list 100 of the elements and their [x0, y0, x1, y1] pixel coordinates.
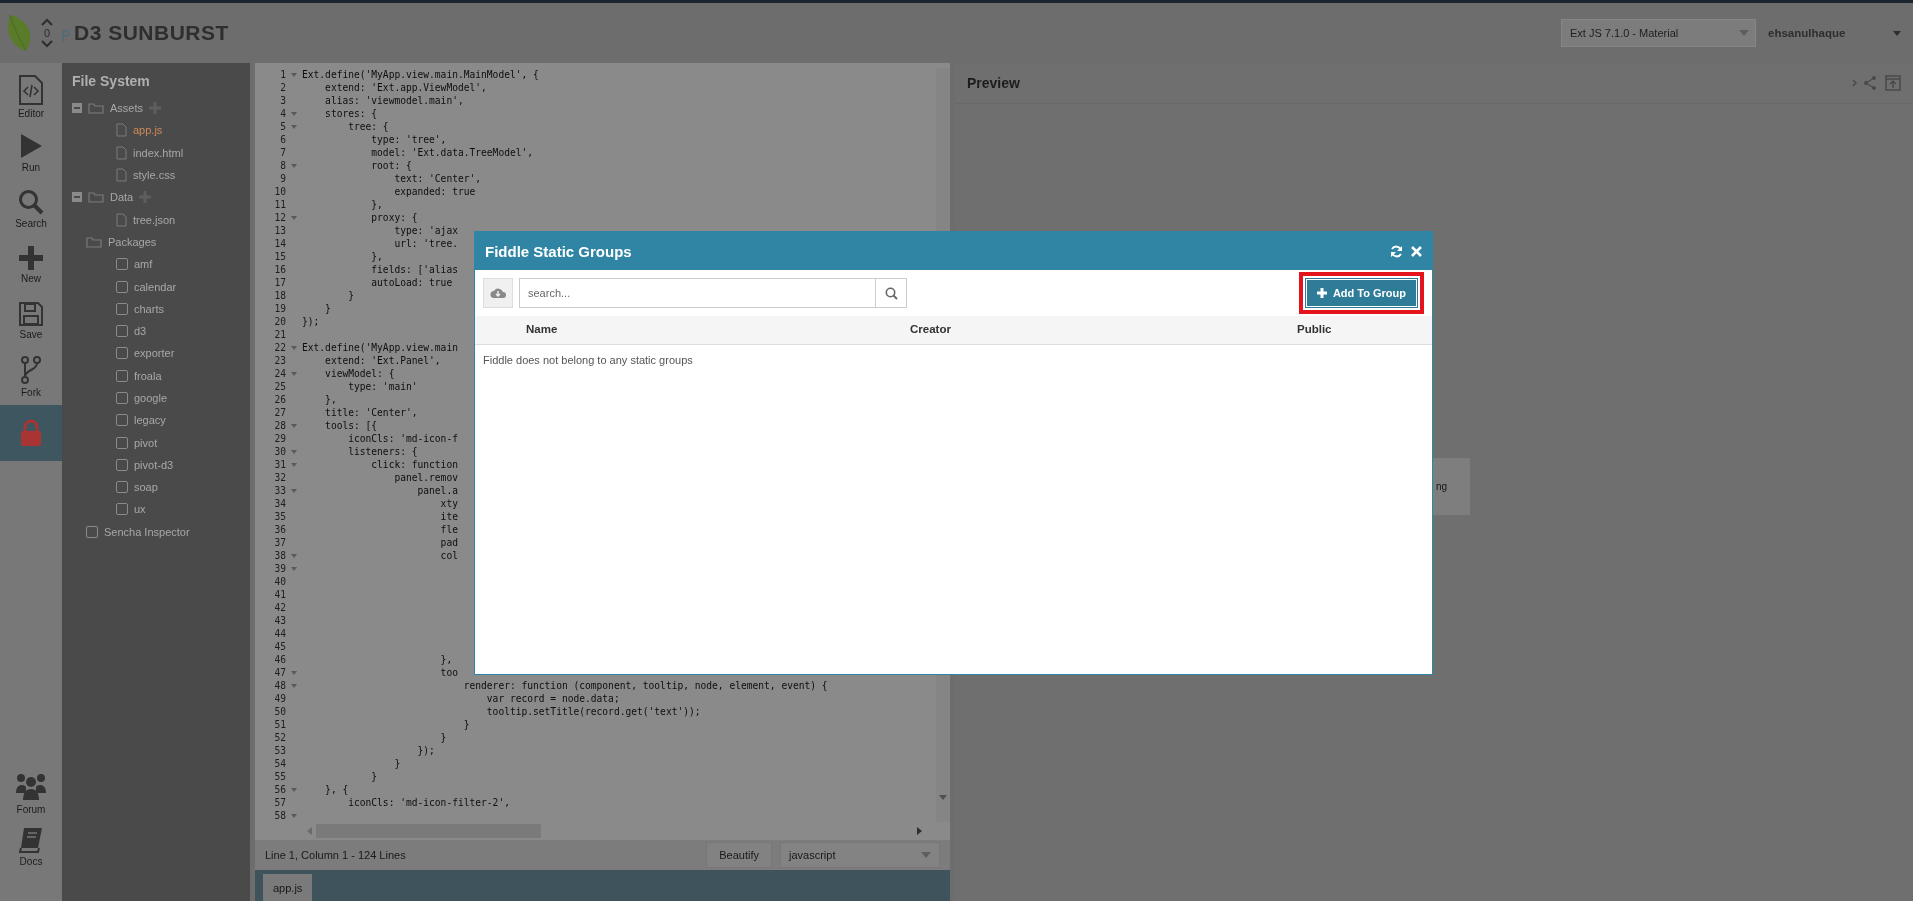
column-header[interactable]: Creator: [910, 323, 951, 335]
checkbox[interactable]: [116, 258, 128, 271]
checkbox[interactable]: [116, 458, 128, 471]
caret-icon[interactable]: [1739, 30, 1749, 36]
checkbox[interactable]: [116, 369, 128, 382]
fold-caret-icon[interactable]: [291, 462, 297, 467]
user-menu[interactable]: ehsanulhaque: [1768, 27, 1846, 39]
package-label[interactable]: Sencha Inspector: [104, 525, 190, 538]
scroll-right-arrow-icon[interactable]: [917, 827, 922, 835]
downvote-caret-icon[interactable]: [41, 40, 53, 48]
package-label[interactable]: google: [134, 392, 168, 404]
fold-caret-icon[interactable]: [291, 423, 297, 428]
code-line: root: {: [370, 160, 412, 171]
fiddle-icon: [62, 29, 70, 43]
file-tab[interactable]: app.js: [263, 874, 313, 901]
framework-select[interactable]: Ext JS 7.1.0 - Material: [1561, 19, 1756, 47]
nav-item[interactable]: Run: [0, 125, 62, 181]
fold-caret-icon[interactable]: [291, 371, 297, 376]
code-line: tools: [{: [324, 420, 378, 431]
refresh-icon[interactable]: [1390, 244, 1403, 258]
nav-item[interactable]: Fork: [0, 349, 62, 405]
fold-caret-icon[interactable]: [291, 553, 297, 558]
file-item[interactable]: index.html: [133, 146, 184, 159]
line-number: 24: [273, 368, 286, 379]
fold-caret-icon[interactable]: [291, 449, 297, 454]
checkbox[interactable]: [116, 347, 128, 360]
scroll-down-arrow-icon[interactable]: [939, 795, 947, 800]
line-number: 5: [279, 121, 286, 132]
checkbox[interactable]: [116, 503, 128, 516]
code-line: }: [393, 758, 401, 769]
code-line: }: [462, 719, 470, 730]
search-field[interactable]: search...: [519, 278, 875, 308]
package-label[interactable]: pivot: [134, 436, 158, 449]
scroll-left-arrow-icon[interactable]: [307, 827, 312, 835]
fold-caret-icon[interactable]: [291, 111, 297, 116]
fold-caret-icon[interactable]: [291, 124, 297, 129]
package-label[interactable]: exporter: [134, 347, 175, 360]
package-label[interactable]: froala: [134, 369, 162, 382]
fold-caret-icon[interactable]: [291, 683, 297, 688]
folder-label[interactable]: Packages: [108, 235, 157, 248]
package-label[interactable]: amf: [134, 258, 153, 271]
fold-caret-icon[interactable]: [291, 345, 297, 350]
fold-caret-icon[interactable]: [291, 670, 297, 675]
language-select[interactable]: javascript: [780, 842, 940, 868]
popout-icon[interactable]: [1885, 75, 1901, 91]
file-item[interactable]: tree.json: [133, 213, 176, 226]
file-item[interactable]: app.js: [133, 124, 163, 137]
collapse-toggle[interactable]: [72, 192, 82, 203]
code-line: },: [439, 654, 453, 665]
package-label[interactable]: ux: [134, 503, 146, 516]
fold-caret-icon[interactable]: [291, 813, 297, 818]
caret-icon[interactable]: [1893, 30, 1901, 36]
nav-item[interactable]: Search: [0, 181, 62, 237]
close-icon[interactable]: [1411, 245, 1422, 257]
checkbox[interactable]: [116, 280, 128, 293]
collapse-toggle[interactable]: [72, 103, 82, 114]
package-label[interactable]: d3: [134, 325, 147, 338]
checkbox[interactable]: [116, 325, 128, 338]
package-label[interactable]: soap: [134, 481, 158, 494]
checkbox[interactable]: [116, 436, 128, 449]
fold-caret-icon[interactable]: [291, 72, 297, 77]
line-number: 56: [273, 784, 286, 795]
chevron-right-icon[interactable]: [1852, 79, 1857, 87]
code-line: tooltip.setTitle(record.get('text'));: [485, 706, 701, 717]
upvote-caret-icon[interactable]: [41, 18, 53, 26]
code-line: renderer: function (component, tooltip, node, element, event) {: [462, 680, 828, 691]
checkbox[interactable]: [86, 525, 98, 538]
fold-caret-icon[interactable]: [291, 163, 297, 168]
fold-caret-icon[interactable]: [291, 566, 297, 571]
package-label[interactable]: charts: [134, 302, 164, 315]
add-to-group-button[interactable]: Add To Group: [1305, 279, 1417, 307]
nav-item[interactable]: Editor: [0, 69, 62, 125]
checkbox[interactable]: [116, 302, 128, 315]
beautify-button[interactable]: Beautify: [706, 842, 772, 868]
package-label[interactable]: calendar: [134, 280, 177, 293]
fold-caret-icon[interactable]: [291, 787, 297, 792]
nav-item[interactable]: New: [0, 237, 62, 293]
column-header[interactable]: Public: [1297, 323, 1332, 335]
column-header[interactable]: Name: [526, 323, 558, 335]
line-number: 39: [273, 563, 286, 574]
caret-icon[interactable]: [921, 852, 931, 858]
code-line: Ext.define('MyApp.view.main: [302, 342, 458, 353]
package-label[interactable]: pivot-d3: [134, 458, 174, 471]
folder-label[interactable]: Data: [110, 191, 134, 204]
package-label[interactable]: legacy: [134, 414, 166, 427]
nav-item[interactable]: Forum: [0, 773, 62, 827]
checkbox[interactable]: [116, 481, 128, 494]
checkbox[interactable]: [116, 392, 128, 404]
nav-item[interactable]: Save: [0, 293, 62, 349]
share-icon[interactable]: [1863, 75, 1877, 91]
fold-caret-icon[interactable]: [291, 215, 297, 220]
folder-label[interactable]: Assets: [110, 102, 143, 115]
line-number: 35: [273, 511, 286, 522]
fold-caret-icon[interactable]: [291, 488, 297, 493]
cloud-download-button[interactable]: [483, 278, 513, 308]
search-button[interactable]: [875, 278, 907, 308]
file-item[interactable]: style.css: [133, 169, 176, 182]
nav-item[interactable]: [0, 405, 62, 461]
nav-item[interactable]: Docs: [0, 827, 62, 881]
checkbox[interactable]: [116, 414, 128, 427]
